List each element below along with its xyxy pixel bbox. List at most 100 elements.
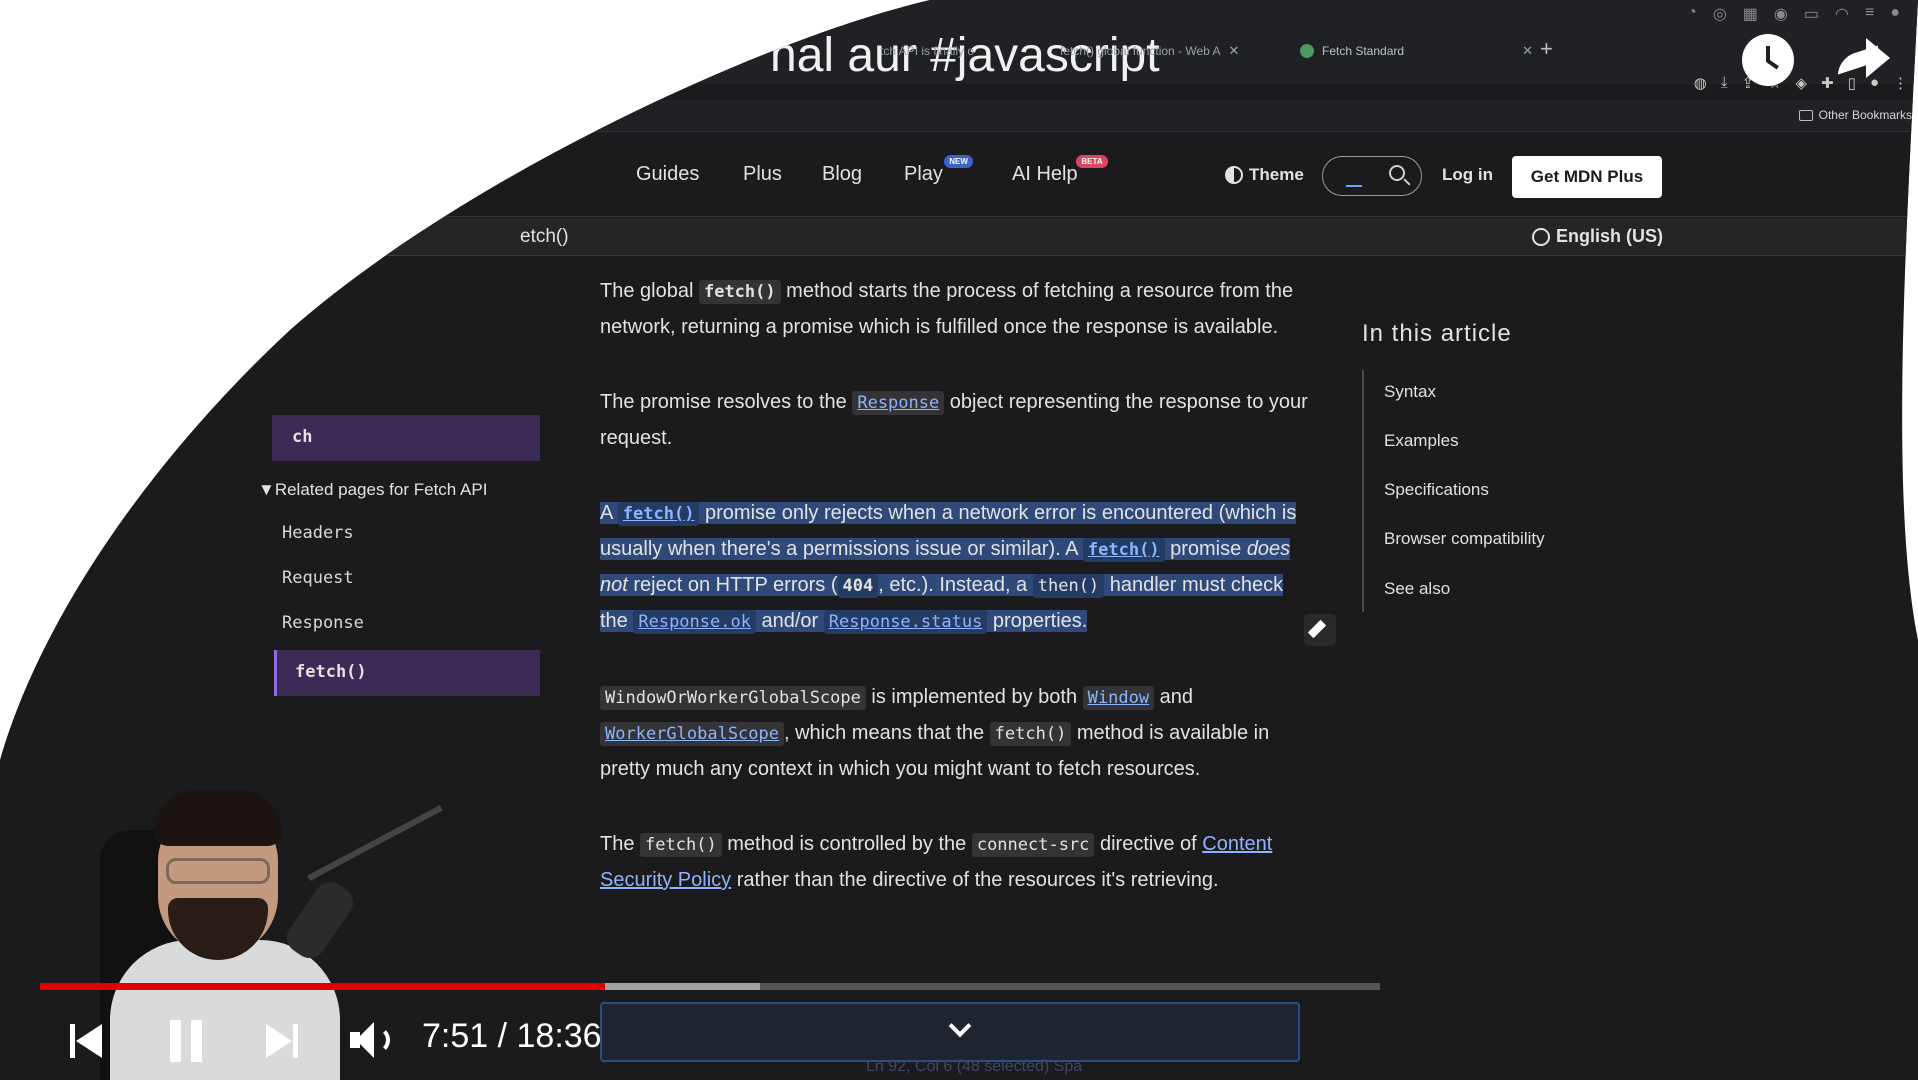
globe-icon <box>1532 228 1550 246</box>
response-status-link[interactable]: Response.status <box>824 610 988 634</box>
sound-wave-icon <box>372 1026 390 1054</box>
screen-icon[interactable]: ▭ <box>1804 4 1819 24</box>
new-tab-button[interactable]: + <box>1540 36 1553 62</box>
highlighter-icon[interactable] <box>1304 614 1336 646</box>
breadcrumb-current[interactable]: etch() <box>520 226 569 248</box>
share-icon[interactable] <box>1832 34 1890 84</box>
other-bookmarks-folder[interactable]: Other Bookmarks <box>1799 108 1912 122</box>
nav-blog[interactable]: Blog <box>822 163 862 186</box>
progress-played <box>40 983 605 990</box>
close-tab-icon[interactable]: ✕ <box>1229 43 1240 59</box>
toc-item-examples[interactable]: Examples <box>1384 431 1459 451</box>
toc-item-see-also[interactable]: See also <box>1384 579 1450 599</box>
paragraph: The fetch() method is controlled by the … <box>600 833 1273 891</box>
presenter-hair <box>154 790 282 846</box>
status-icon[interactable]: ◉ <box>1774 4 1788 24</box>
login-link[interactable]: Log in <box>1442 165 1493 185</box>
article-body: The global fetch() method starts the pro… <box>600 274 1310 938</box>
chevron-down-icon[interactable] <box>949 1015 972 1038</box>
nav-guides[interactable]: Guides <box>636 163 699 186</box>
new-badge: NEW <box>944 155 973 168</box>
fetch-link[interactable]: fetch() <box>1083 538 1165 562</box>
paragraph: WindowOrWorkerGlobalScope is implemented… <box>600 686 1270 780</box>
mic-arm <box>307 805 442 881</box>
wifi-icon[interactable]: ◠ <box>1835 4 1849 24</box>
response-link[interactable]: Response <box>852 391 944 415</box>
browser-tab[interactable]: fetch() global function - Web A ✕ <box>1060 38 1239 64</box>
nav-ai-help[interactable]: AI Help BETA <box>1012 163 1078 186</box>
share-arrowhead <box>1866 38 1890 78</box>
siri-icon[interactable]: ● <box>1890 4 1900 24</box>
favicon-icon <box>1300 44 1314 58</box>
next-icon <box>293 1024 298 1058</box>
other-bookmarks-label: Other Bookmarks <box>1818 108 1912 122</box>
inline-code: fetch() <box>699 280 781 304</box>
tab-label: Fetch Standard <box>1322 44 1405 58</box>
video-progress-bar[interactable] <box>40 983 1380 990</box>
bookmarks-bar: Other Bookmarks <box>0 100 1918 132</box>
related-pages-toggle[interactable]: ▼Related pages for Fetch API <box>258 480 487 500</box>
theme-label: Theme <box>1249 165 1304 184</box>
system-menubar: ◔ ◎ ▦ ◉ ▭ ◠ ≡ ● <box>1687 4 1900 24</box>
window-link[interactable]: Window <box>1083 686 1154 710</box>
grid-icon[interactable]: ▦ <box>1743 4 1758 24</box>
nav-plus[interactable]: Plus <box>743 163 782 186</box>
time-display: 7:51 / 18:36 <box>422 1017 602 1055</box>
nav-play-label: Play <box>904 163 943 185</box>
sidebar-item-label: fetch() <box>295 662 367 682</box>
search-input[interactable] <box>1322 156 1422 196</box>
theme-toggle[interactable]: Theme <box>1225 165 1304 185</box>
sidebar-item-fetch-api[interactable]: ch <box>272 415 540 461</box>
mdn-top-nav: Guides Plus Blog Play NEW AI Help BETA T… <box>0 133 1918 217</box>
nav-ai-help-label: AI Help <box>1012 163 1078 185</box>
watch-later-icon[interactable] <box>1742 34 1794 86</box>
beta-badge: BETA <box>1076 155 1107 168</box>
control-center-icon[interactable]: ≡ <box>1865 4 1874 24</box>
nav-play[interactable]: Play NEW <box>904 163 943 186</box>
fetch-link[interactable]: fetch() <box>618 502 700 526</box>
close-tab-icon[interactable]: ✕ <box>1522 43 1533 59</box>
inline-code: 404 <box>838 574 879 598</box>
previous-icon <box>76 1024 102 1058</box>
toc-item-specifications[interactable]: Specifications <box>1384 480 1489 500</box>
text-cursor <box>1346 185 1362 187</box>
search-icon[interactable] <box>1389 165 1405 181</box>
toc-item-browser-compatibility[interactable]: Browser compatibility <box>1384 529 1545 549</box>
breadcrumb: etch() English (US) <box>0 218 1918 256</box>
text-selection: A fetch() promise only rejects when a ne… <box>600 502 1297 634</box>
language-label: English (US) <box>1556 226 1663 246</box>
status-icon[interactable]: ◎ <box>1713 4 1727 24</box>
inline-code: connect-src <box>972 833 1095 857</box>
inline-code: WindowOrWorkerGlobalScope <box>600 686 866 710</box>
browser-tab-active[interactable]: Fetch Standard ✕ <box>1300 38 1533 64</box>
inline-code: then() <box>1033 574 1104 598</box>
toc-item-syntax[interactable]: Syntax <box>1384 382 1436 402</box>
language-switcher[interactable]: English (US) <box>1532 226 1663 247</box>
paragraph: The promise resolves to the Response obj… <box>600 391 1308 449</box>
tab-label: fetch() global function - Web A <box>1060 44 1221 58</box>
selected-paragraph: A fetch() promise only rejects when a ne… <box>600 496 1310 640</box>
sidebar-item-response[interactable]: Response <box>282 613 364 633</box>
toc-title: In this article <box>1362 320 1512 347</box>
theme-icon <box>1225 166 1243 184</box>
video-frame: nal aur #javascript tch API is finally o… <box>0 0 1918 1080</box>
get-mdn-plus-button[interactable]: Get MDN Plus <box>1512 156 1662 198</box>
sidebar-item-fetch[interactable]: fetch() <box>274 650 540 696</box>
worker-global-scope-link[interactable]: WorkerGlobalScope <box>600 722 784 746</box>
google-icon[interactable]: ◍ <box>1694 74 1707 92</box>
previous-icon <box>70 1024 75 1058</box>
toc-divider <box>1362 370 1364 612</box>
more-icon[interactable]: ⋮ <box>1893 74 1908 92</box>
status-icon[interactable]: ◔ <box>1687 4 1697 24</box>
sidebar-item-request[interactable]: Request <box>282 568 354 588</box>
download-icon[interactable]: ⤓ <box>1721 74 1728 92</box>
pause-icon <box>170 1020 181 1062</box>
extension-icon[interactable]: ◈ <box>1796 74 1808 92</box>
presenter-glasses <box>166 858 270 884</box>
paragraph: The global fetch() method starts the pro… <box>600 280 1294 338</box>
response-ok-link[interactable]: Response.ok <box>633 610 756 634</box>
inline-code: fetch() <box>640 833 722 857</box>
sidebar-item-headers[interactable]: Headers <box>282 523 354 543</box>
pause-icon <box>191 1020 202 1062</box>
browser-tab[interactable]: tch API is finally o <box>880 38 974 64</box>
